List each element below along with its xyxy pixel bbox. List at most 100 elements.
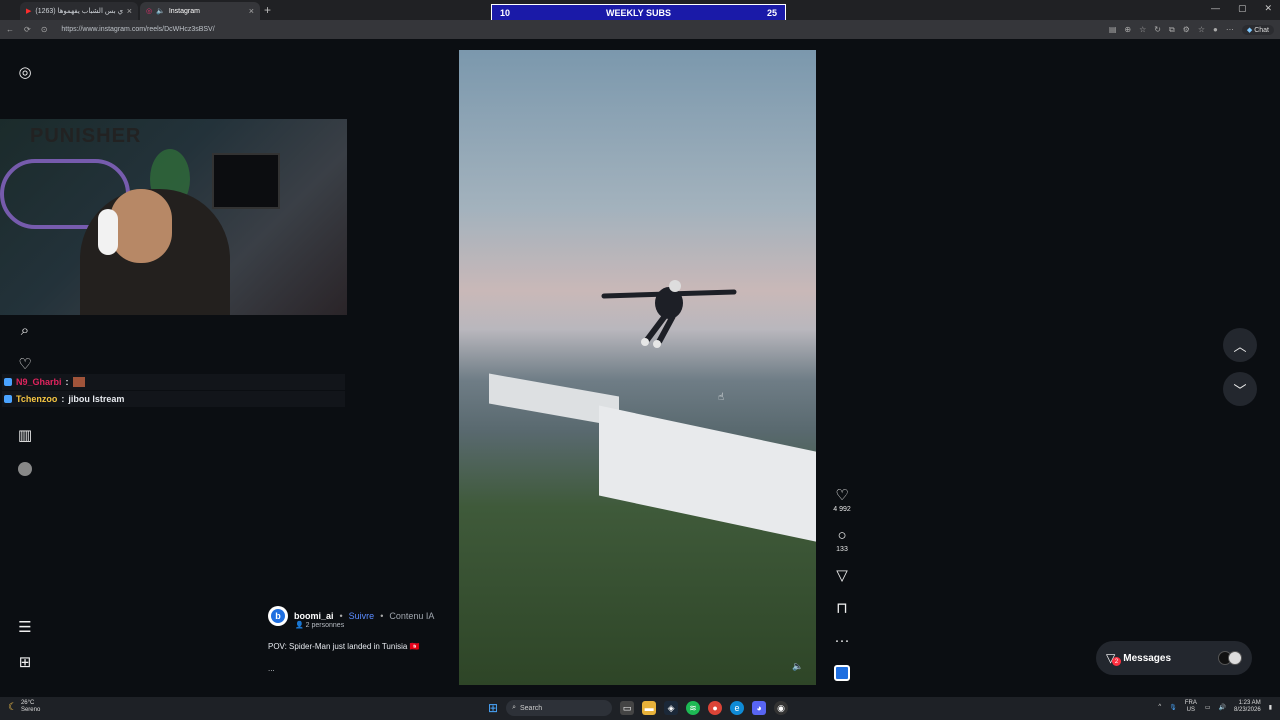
site-info-icon[interactable]: ⊙	[41, 25, 48, 34]
collaborators[interactable]: 👤 2 personnes	[295, 621, 344, 629]
volume-icon[interactable]: 🔊	[1219, 704, 1226, 711]
previous-reel-button[interactable]: ︿	[1223, 328, 1257, 362]
read-mode-icon[interactable]: ▤	[1109, 25, 1117, 34]
edge-icon[interactable]: e	[730, 701, 745, 715]
window-controls: — ▢ ✕	[1211, 3, 1272, 14]
zoom-icon[interactable]: ⊕	[1124, 25, 1131, 34]
instagram-icon[interactable]: ◎	[16, 63, 34, 81]
ai-content-label: Contenu IA	[389, 611, 435, 621]
boomi-logo-icon: b	[271, 609, 285, 623]
profile-icon[interactable]: ●	[1213, 25, 1218, 34]
reel-video[interactable]	[459, 50, 816, 685]
instagram-icon: ◎	[146, 8, 153, 15]
search-icon: ⌕	[512, 704, 516, 711]
new-tab-button[interactable]: +	[264, 3, 271, 17]
search-label: Search	[519, 704, 543, 712]
emote-icon	[72, 377, 85, 387]
author-avatar[interactable]: b	[268, 606, 288, 626]
person-icon: 👤	[295, 622, 304, 629]
subs-current: 10	[500, 7, 511, 18]
webcam-overlay: PUNISHER	[0, 119, 347, 315]
steam-icon[interactable]: ◈	[664, 701, 679, 715]
extensions-icon[interactable]: ⧉	[1169, 25, 1175, 35]
menu-icon[interactable]: ☰	[16, 618, 34, 636]
monitor	[212, 153, 280, 209]
separator: •	[339, 611, 343, 621]
messenger-icon: ▽ 2	[1106, 651, 1121, 666]
settings-icon[interactable]: ⚙	[1183, 25, 1190, 34]
favorite-icon[interactable]: ☆	[1139, 25, 1146, 34]
headphones	[98, 209, 118, 255]
back-icon[interactable]: ←	[6, 25, 14, 34]
task-view-icon[interactable]: ▭	[620, 701, 635, 715]
follow-button[interactable]: Suivre	[349, 611, 375, 621]
weekly-subs-bar: 10 WEEKLY SUBS 25	[491, 4, 786, 21]
region-code: US	[1186, 707, 1195, 713]
flying-person	[601, 280, 737, 348]
message-badge: 2	[1112, 657, 1121, 666]
dashboard-icon[interactable]: ▥	[16, 426, 34, 444]
separator: •	[380, 611, 384, 621]
chat-message: N9_Gharbi :	[2, 374, 345, 390]
chat-message: Tchenzoo : jibou lstream	[2, 391, 345, 407]
collections-icon[interactable]: ☆	[1198, 25, 1205, 34]
like-count: 4 992	[833, 506, 851, 513]
moon-icon: ☾	[8, 701, 17, 713]
chat-button[interactable]: ◆ Chat	[1241, 24, 1274, 35]
chevron-up-icon: ︿	[1233, 338, 1247, 354]
chevron-down-icon: ﹀	[1233, 382, 1247, 398]
close-tab-icon[interactable]: ×	[249, 6, 254, 16]
more-icon[interactable]: ⋯	[1226, 25, 1234, 34]
heart-icon[interactable]: ♡	[16, 355, 34, 373]
heart-icon[interactable]: ♡	[835, 488, 848, 504]
language-indicator[interactable]: FRA US	[1185, 700, 1197, 714]
mute-icon[interactable]: 🔈	[792, 661, 803, 672]
chat-sep: :	[61, 394, 65, 404]
audio-thumbnail[interactable]	[830, 665, 854, 681]
apps-icon[interactable]: ⊞	[16, 653, 34, 671]
weather-widget[interactable]: ☾ 26°C Sereno	[8, 700, 40, 714]
taskbar-apps: ⊞ ⌕ Search ▭ ▬ ◈ ≋ ● e ◕ ◉	[488, 700, 789, 716]
tab-youtube[interactable]: ▶ (1263) هاي بس الشباب يفهموها😂 ×	[20, 2, 138, 20]
file-explorer-icon[interactable]: ▬	[642, 701, 657, 715]
messages-label: Messages	[1123, 652, 1172, 664]
reel-author: b boomi_ai • Suivre • Contenu IA	[268, 606, 434, 626]
url-field[interactable]: https://www.instagram.com/reels/DcWHcz3s…	[61, 26, 214, 33]
messages-button[interactable]: ▽ 2 Messages	[1096, 641, 1252, 675]
copilot-icon: ◆	[1246, 26, 1253, 34]
profile-avatar[interactable]	[16, 460, 34, 478]
minimize-button[interactable]: —	[1211, 3, 1220, 14]
mic-icon[interactable]: 🎙	[1169, 704, 1177, 711]
mouse-cursor: ☝	[718, 392, 725, 403]
maximize-button[interactable]: ▢	[1238, 3, 1247, 14]
next-reel-button[interactable]: ﹀	[1223, 372, 1257, 406]
discord-icon[interactable]: ◕	[752, 701, 767, 715]
taskbar-search[interactable]: ⌕ Search	[506, 700, 613, 716]
time: 1:23 AM	[1238, 700, 1261, 706]
badge-icon	[4, 395, 12, 403]
clock[interactable]: 1:23 AM 8/23/2026	[1234, 700, 1261, 714]
refresh-page-icon[interactable]: ↻	[1154, 25, 1161, 34]
youtube-icon: ▶	[26, 8, 32, 15]
like-action[interactable]: ♡ 4 992	[830, 488, 854, 514]
reload-icon[interactable]: ⟳	[24, 25, 31, 34]
close-tab-icon[interactable]: ×	[127, 6, 132, 16]
notification-icon[interactable]: ▮	[1269, 704, 1272, 711]
caption-more[interactable]: ...	[268, 664, 275, 673]
spotify-icon[interactable]: ≋	[686, 701, 701, 715]
author-handle[interactable]: boomi_ai	[294, 611, 334, 621]
chrome-icon[interactable]: ●	[708, 701, 723, 715]
address-bar: ← ⟳ ⊙ https://www.instagram.com/reels/Dc…	[0, 20, 1280, 39]
comment-icon[interactable]: ○	[837, 528, 846, 544]
obs-icon[interactable]: ◉	[774, 701, 789, 715]
share-icon[interactable]: ▽	[830, 568, 854, 584]
comment-action[interactable]: ○ 133	[830, 528, 854, 554]
chevron-up-icon[interactable]: ^	[1158, 704, 1161, 710]
search-icon[interactable]: ⌕	[16, 321, 34, 339]
more-options-icon[interactable]: ···	[830, 633, 854, 649]
close-window-button[interactable]: ✕	[1264, 3, 1272, 14]
windows-start-icon[interactable]: ⊞	[488, 701, 498, 715]
network-icon[interactable]: ▭	[1205, 704, 1211, 711]
save-icon[interactable]: ⊓	[830, 601, 854, 617]
tab-instagram[interactable]: ◎ 🔈 Instagram ×	[140, 2, 260, 20]
